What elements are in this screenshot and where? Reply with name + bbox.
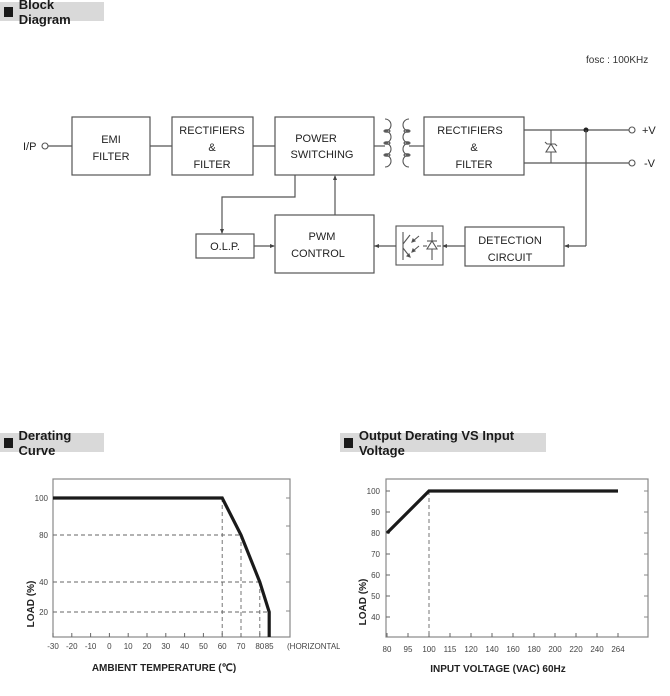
block-diagram: fosc : 100KHz I/P EMI FILTER RECTIFIERS … (23, 55, 656, 274)
derating-curve-title: Derating Curve (0, 428, 104, 458)
arrow-head (270, 244, 275, 248)
arrow-head (220, 229, 224, 234)
x-tick-label: 10 (124, 642, 133, 651)
x-tick-label: 240 (590, 645, 604, 654)
chart-frame (385, 478, 649, 638)
derating-curve-line (53, 496, 271, 637)
y-tick-label: 50 (371, 592, 380, 601)
pwm-control-line1: PWM (309, 231, 336, 243)
x-tick-label: -10 (85, 642, 97, 651)
emi-filter-line2: FILTER (92, 151, 129, 163)
input-rectifier-block: RECTIFIERS & FILTER (171, 116, 254, 176)
output-derating-curve-line (385, 489, 618, 535)
olp-label: O.L.P. (210, 241, 240, 253)
fosc-label: fosc : 100KHz (586, 55, 648, 66)
x-tick-label: 95 (404, 645, 413, 654)
x-tick-label: 80 (383, 645, 392, 654)
arrow-head (333, 175, 337, 180)
x-axis-label: AMBIENT TEMPERATURE (℃) (92, 663, 236, 674)
y-tick-label: 80 (371, 529, 380, 538)
x-tick-label: 115 (444, 645, 457, 654)
emi-filter-block: EMI FILTER (71, 116, 151, 176)
x-tick-label: 120 (464, 645, 478, 654)
transformer-icon (383, 118, 411, 168)
power-switching-line2: SWITCHING (291, 149, 354, 161)
x-tick-label: 100 (422, 645, 436, 654)
x-axis-annotation: (HORIZONTAL) (287, 642, 340, 651)
detection-circuit-line2: CIRCUIT (488, 252, 533, 264)
power-switching-block: POWER SWITCHING (274, 116, 375, 176)
input-label: I/P (23, 141, 36, 153)
x-tick-label: 30 (161, 642, 170, 651)
output-rectifier-line1: RECTIFIERS (437, 125, 502, 137)
x-tick-label: 160 (506, 645, 520, 654)
pwm-control-line2: CONTROL (291, 248, 345, 260)
x-tick-label: -20 (66, 642, 78, 651)
positive-output-terminal (628, 126, 636, 134)
y-tick-label: 40 (371, 613, 380, 622)
bullet-square-icon (4, 437, 13, 448)
olp-block: O.L.P. (195, 233, 255, 259)
y-axis-label: LOAD (%) (26, 581, 37, 628)
x-tick-label: 80 (255, 642, 264, 651)
y-tick-label: 100 (35, 494, 49, 503)
input-terminal (41, 142, 49, 150)
output-rectifier-block: RECTIFIERS & FILTER (423, 116, 525, 176)
x-tick-label: 264 (611, 645, 625, 654)
x-tick-label: 140 (485, 645, 499, 654)
y-tick-label: 70 (371, 550, 380, 559)
pwm-control-block: PWM CONTROL (274, 214, 375, 274)
y-axis-label: LOAD (%) (358, 579, 369, 626)
y-tick-label: 100 (367, 487, 381, 496)
y-tick-label: 60 (371, 571, 380, 580)
input-rectifier-line3: FILTER (193, 159, 230, 171)
zener-diode-icon (544, 130, 558, 163)
derating-curve-title-text: Derating Curve (18, 427, 72, 458)
x-tick-label: 60 (218, 642, 227, 651)
output-derating-chart: 80 95 100 115 120 140 160 180 200 220 240 264 100 90 8… (358, 478, 649, 675)
power-switching-line1: POWER (295, 133, 337, 145)
chart-frame (52, 478, 291, 638)
x-tick-label: 200 (548, 645, 562, 654)
x-tick-label: 20 (143, 642, 152, 651)
x-tick-label: 85 (265, 642, 274, 651)
emi-filter-line1: EMI (101, 134, 121, 146)
optocoupler-icon (395, 225, 444, 266)
y-tick-label: 90 (371, 508, 380, 517)
output-derating-title-text: Output Derating VS Input Voltage (358, 427, 515, 458)
x-tick-label: 0 (107, 642, 112, 651)
x-axis-label: INPUT VOLTAGE (VAC) 60Hz (430, 664, 566, 675)
arrow-head (374, 244, 379, 248)
x-tick-label: 180 (527, 645, 541, 654)
negative-output-label: -V (644, 158, 656, 170)
bullet-square-icon (344, 437, 353, 448)
x-tick-label: -30 (47, 642, 59, 651)
y-tick-label: 40 (39, 578, 48, 587)
input-rectifier-line2: & (208, 142, 216, 154)
y-tick-label: 20 (39, 608, 48, 617)
arrow-head (564, 244, 569, 248)
output-rectifier-line2: & (470, 142, 478, 154)
output-rectifier-line3: FILTER (455, 159, 492, 171)
x-tick-label: 50 (199, 642, 208, 651)
y-tick-label: 80 (39, 531, 48, 540)
x-tick-label: 40 (180, 642, 189, 651)
derating-curve-chart: -30 -20 -10 0 10 20 30 40 50 60 70 80 85 (HORIZONTAL)… (26, 478, 340, 674)
positive-output-label: +V (642, 125, 656, 137)
x-tick-label: 220 (569, 645, 583, 654)
output-derating-title: Output Derating VS Input Voltage (340, 428, 546, 458)
negative-output-terminal (628, 159, 636, 167)
detection-circuit-block: DETECTION CIRCUIT (464, 226, 565, 267)
input-rectifier-line1: RECTIFIERS (179, 125, 244, 137)
detection-circuit-line1: DETECTION (478, 235, 542, 247)
x-tick-label: 70 (237, 642, 246, 651)
